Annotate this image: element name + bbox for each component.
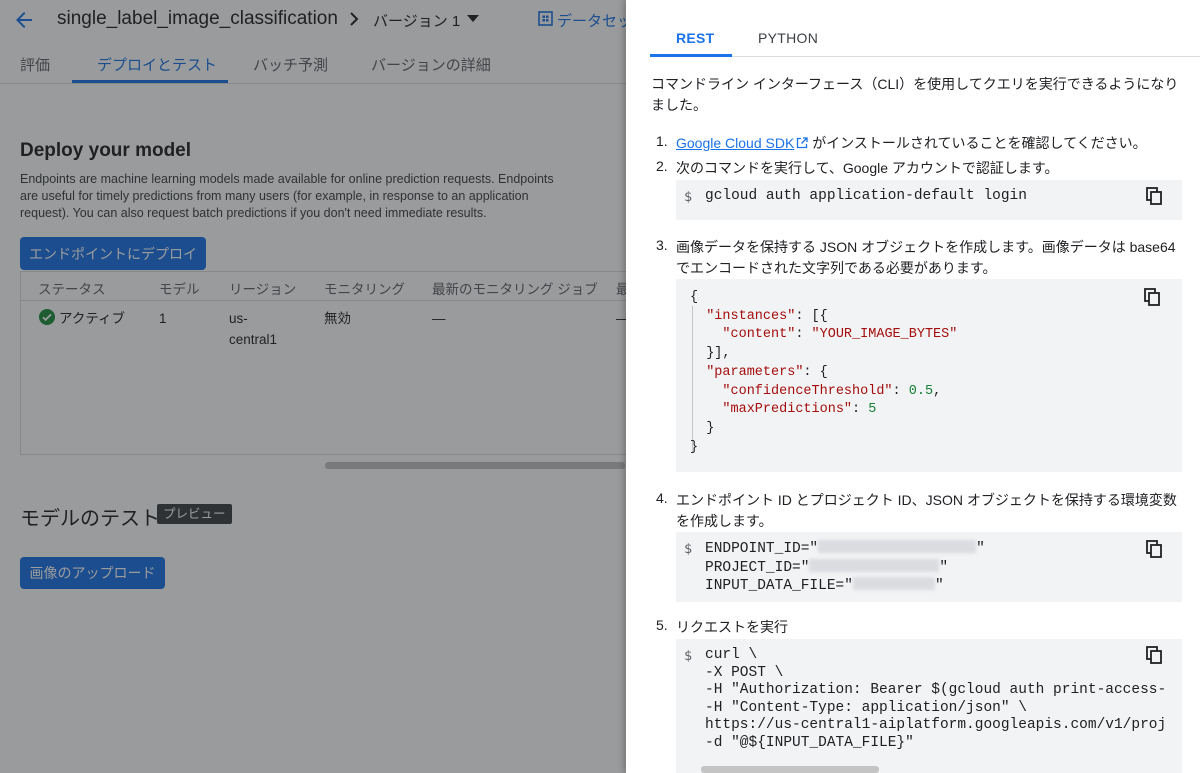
shell-prompt: $	[684, 189, 693, 205]
external-link-icon[interactable]	[796, 137, 808, 149]
tab-rest[interactable]: REST	[676, 30, 715, 46]
step-number: 4.	[656, 490, 668, 506]
step-1-text: がインストールされていることを確認してください。	[812, 135, 1147, 151]
step-number: 5.	[656, 617, 668, 633]
step-2-text: 次のコマンドを実行して、Google アカウントで認証します。	[676, 160, 1059, 176]
redacted-value	[809, 558, 940, 572]
copy-icon[interactable]	[1144, 288, 1160, 306]
code-block-json: { "instances": [{ "content": "YOUR_IMAGE…	[676, 279, 1182, 472]
intro-text: コマンドライン インターフェース（CLI）を使用してクエリを実行できるようになり…	[651, 76, 1179, 113]
shell-prompt: $	[684, 541, 693, 557]
step-number: 2.	[656, 158, 668, 174]
active-tab-indicator	[650, 54, 732, 57]
shell-prompt: $	[684, 648, 693, 664]
code-block-env: $ ENDPOINT_ID=" " PROJECT_ID=" " INPUT_DAT…	[676, 532, 1182, 602]
json-code: { "instances": [{ "content": "YOUR_IMAGE…	[690, 290, 958, 455]
env-variables-code: ENDPOINT_ID=" " PROJECT_ID=" " INPUT_DATA_…	[705, 540, 985, 595]
redacted-value	[852, 577, 935, 591]
code-horizontal-scrollbar[interactable]	[701, 766, 879, 773]
login-command: gcloud auth application-default login	[705, 188, 1027, 204]
sample-request-panel: REST PYTHON コマンドライン インターフェース（CLI）を使用してクエ…	[626, 0, 1200, 773]
code-block-login: $ gcloud auth application-default login	[676, 180, 1182, 220]
step-number: 1.	[656, 133, 668, 149]
redacted-value	[818, 540, 977, 553]
copy-icon[interactable]	[1146, 540, 1162, 558]
step-4-text: エンドポイント ID とプロジェクト ID、JSON オブジェクトを保持する環境…	[676, 492, 1177, 529]
curl-command: curl \ -X POST \ -H "Authorization: Bear…	[705, 647, 1167, 751]
tab-divider	[650, 56, 1200, 57]
google-cloud-sdk-link[interactable]: Google Cloud SDK	[676, 135, 794, 151]
step-number: 3.	[656, 237, 668, 253]
step-3-text: 画像データを保持する JSON オブジェクトを作成します。画像データは base…	[676, 239, 1176, 276]
copy-icon[interactable]	[1146, 646, 1162, 664]
copy-icon[interactable]	[1146, 187, 1162, 205]
step-1: Google Cloud SDK がインストールされていることを確認してください…	[676, 133, 1186, 154]
step-5-text: リクエストを実行	[676, 619, 788, 635]
tab-python[interactable]: PYTHON	[758, 30, 818, 46]
code-block-curl: $ curl \ -X POST \ -H "Authorization: Be…	[676, 639, 1182, 773]
